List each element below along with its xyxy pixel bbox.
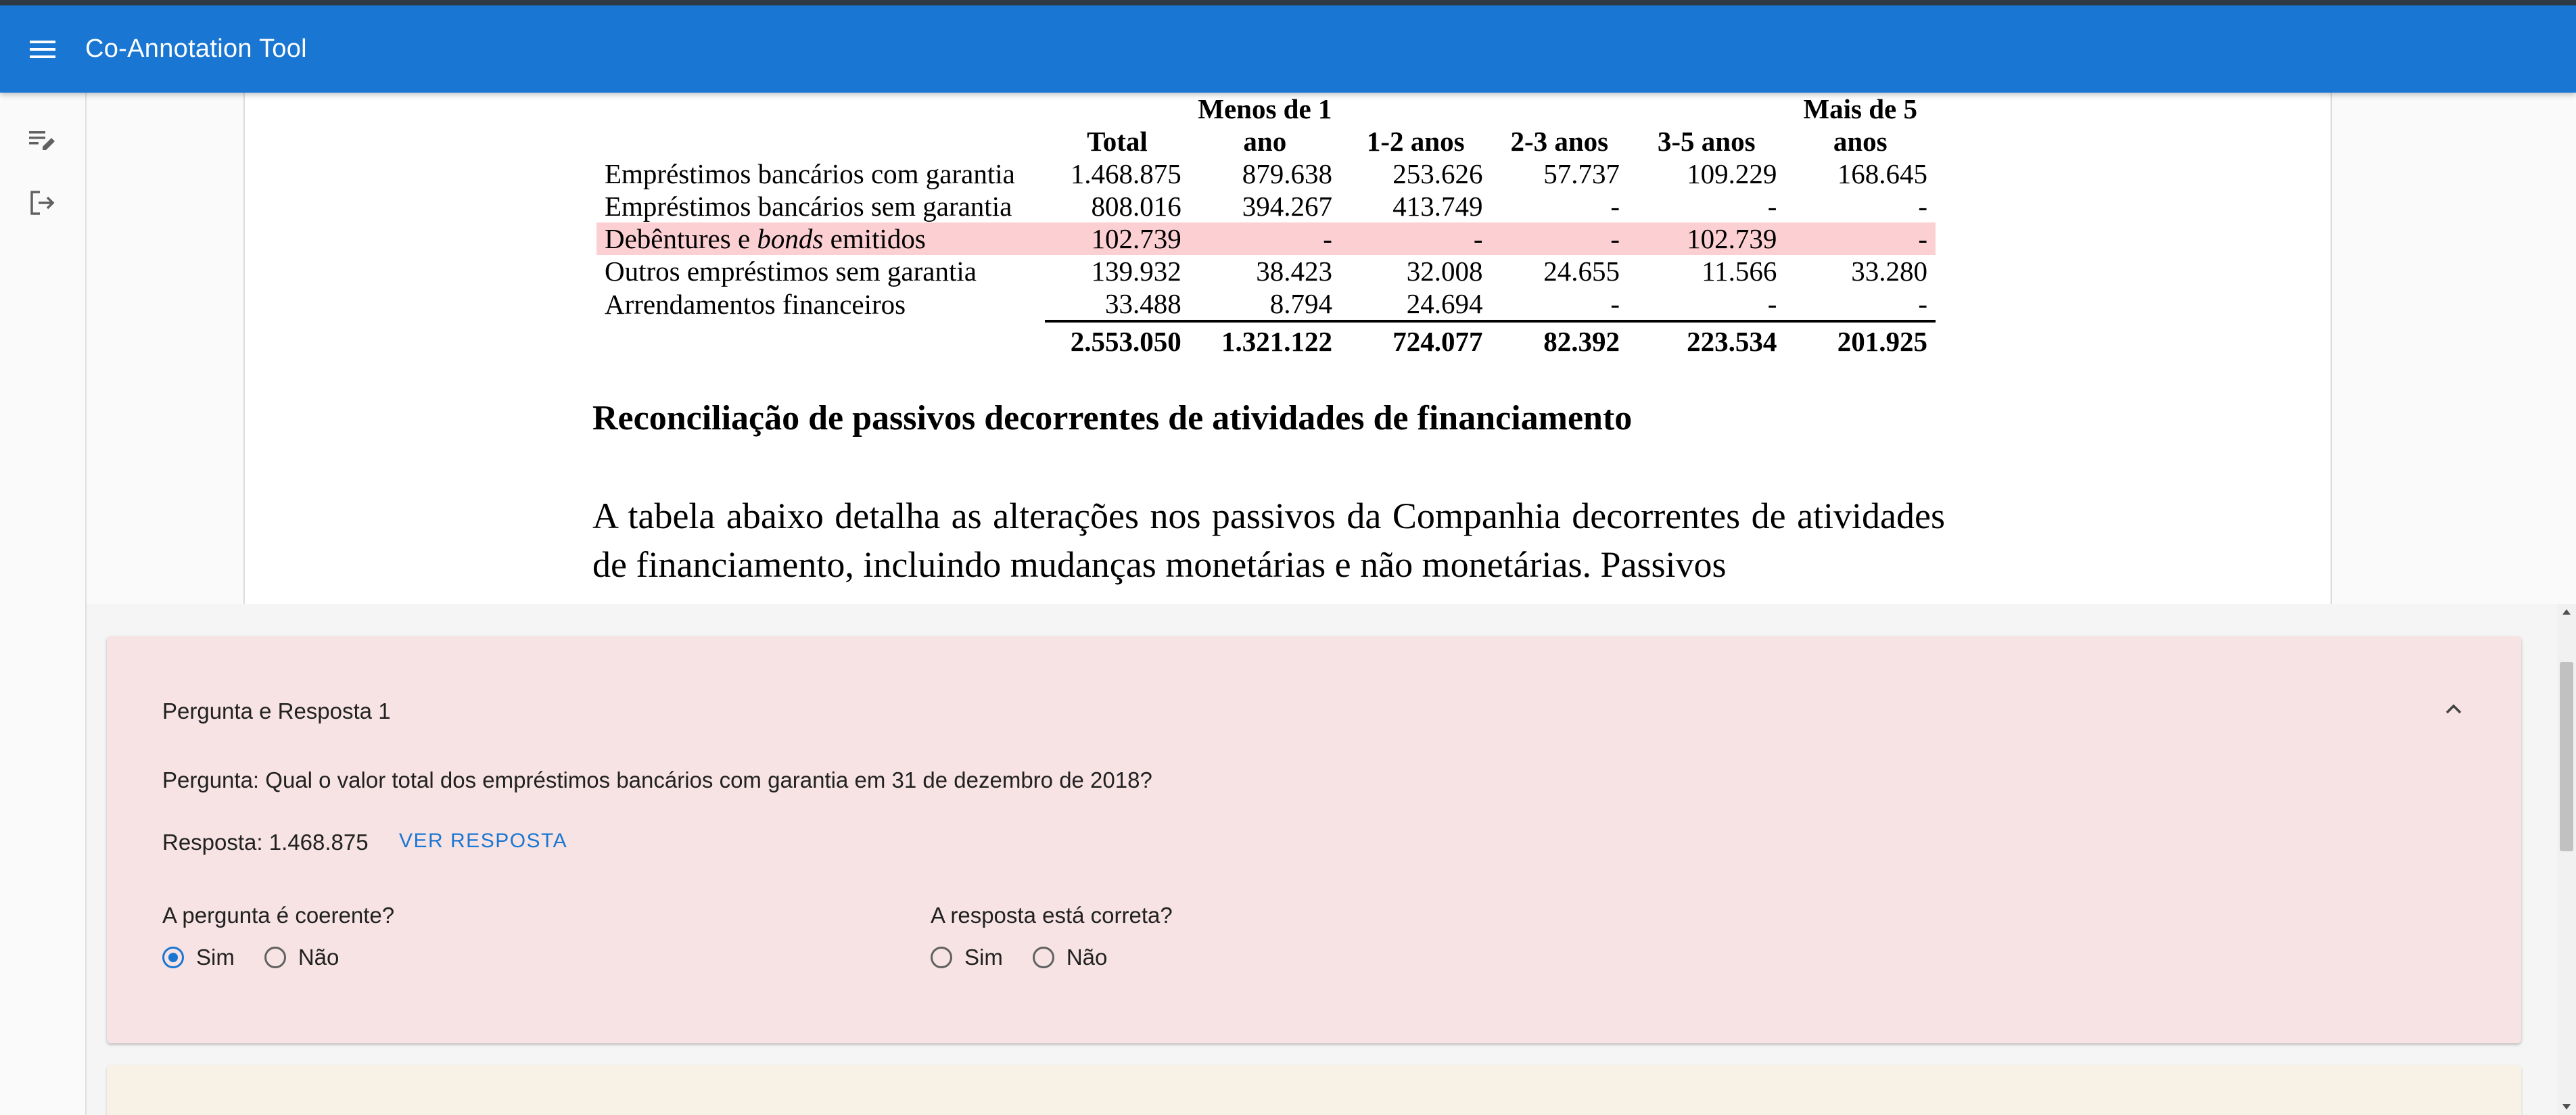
table-cell: -	[1767, 288, 1777, 319]
table-cell: -	[1491, 222, 1629, 255]
total-cell: 82.392	[1491, 320, 1629, 358]
table-header-cell: 2-3 anos	[1510, 126, 1609, 157]
total-cell: 201.925	[1785, 320, 1936, 358]
qa-card-title: Pergunta e Resposta 1	[162, 698, 391, 723]
document-page: Total Menos de 1 ano 1-2 anos 2-3 anos 3…	[243, 93, 2332, 604]
sidebar	[0, 93, 87, 1115]
table-cell: 102.739	[1628, 222, 1785, 255]
edit-list-button[interactable]	[24, 122, 61, 159]
table-cell: 413.749	[1392, 191, 1483, 222]
table-row: Empréstimos bancários com garantia 1.468…	[596, 158, 1936, 190]
totals-row: 2.553.050 1.321.122 724.077 82.392 223.5…	[596, 320, 1936, 358]
app-bar: Co-Annotation Tool	[0, 5, 2576, 93]
table-cell: 394.267	[1242, 191, 1332, 222]
correctness-radio-sim[interactable]	[931, 947, 952, 968]
total-cell: 1.321.122	[1189, 320, 1340, 358]
table-row: Empréstimos bancários sem garantia 808.0…	[596, 190, 1936, 222]
row-label: Empréstimos bancários com garantia	[605, 158, 1015, 189]
table-row: Arrendamentos financeiros 33.488 8.794 2…	[596, 287, 1936, 321]
table-cell: 24.655	[1543, 256, 1620, 287]
table-cell: -	[1918, 288, 1927, 319]
qa-scrollbar[interactable]	[2557, 604, 2576, 1115]
menu-button[interactable]	[0, 5, 85, 93]
app-title: Co-Annotation Tool	[85, 34, 307, 63]
radio-label: Não	[298, 945, 339, 970]
table-cell: 139.932	[1091, 256, 1181, 287]
table-cell: -	[1918, 191, 1927, 222]
scroll-up-arrow-icon[interactable]	[2562, 609, 2571, 615]
row-label: Outros empréstimos sem garantia	[605, 256, 977, 287]
answer-text: Resposta: 1.468.875	[162, 830, 369, 855]
radio-label: Sim	[196, 945, 235, 970]
total-cell: 724.077	[1340, 320, 1491, 358]
row-label-emphasis: bonds	[757, 223, 824, 254]
table-header-cell: Total	[1087, 126, 1148, 157]
table-cell: 8.794	[1269, 288, 1332, 319]
table-cell: 32.008	[1406, 256, 1483, 287]
table-cell: 11.566	[1702, 256, 1777, 287]
qa-card: Pergunta e Resposta 1 Pergunta: Qual o v…	[107, 636, 2521, 1043]
total-cell: 2.553.050	[1045, 320, 1190, 358]
table-cell: -	[1189, 222, 1340, 255]
view-answer-button[interactable]: VER RESPOSTA	[399, 830, 567, 853]
table-header-cell: 1-2 anos	[1366, 126, 1465, 157]
table-row: Outros empréstimos sem garantia 139.932 …	[596, 255, 1936, 287]
document-paragraph: A tabela abaixo detalha as alterações no…	[592, 496, 1945, 585]
table-cell: 33.488	[1104, 288, 1181, 319]
table-cell: 253.626	[1392, 158, 1483, 189]
table-cell: 38.423	[1256, 256, 1332, 287]
table-cell: 102.739	[1045, 222, 1190, 255]
table-cell: 168.645	[1837, 158, 1927, 189]
collapse-button[interactable]	[2440, 696, 2467, 723]
table-header-row: Total Menos de 1 ano 1-2 anos 2-3 anos 3…	[596, 93, 1936, 158]
table-cell: 879.638	[1242, 158, 1332, 189]
coherence-radio-nao[interactable]	[264, 947, 286, 968]
row-label: Empréstimos bancários sem garantia	[605, 191, 1012, 222]
table-cell: 33.280	[1851, 256, 1927, 287]
scroll-down-arrow-icon[interactable]	[2562, 1104, 2571, 1110]
table-cell: -	[1610, 288, 1620, 319]
table-header-cell: 3-5 anos	[1657, 126, 1756, 157]
logout-button[interactable]	[24, 185, 61, 221]
question-text: Pergunta: Qual o valor total dos emprést…	[162, 767, 1152, 792]
row-label-pre: Debêntures e	[605, 223, 757, 254]
qa-panel: Pergunta e Resposta 1 Pergunta: Qual o v…	[87, 604, 2557, 1115]
coherence-radio-sim[interactable]	[162, 947, 184, 968]
menu-icon	[30, 40, 55, 58]
table-header-cell	[596, 93, 1045, 158]
edit-list-icon	[29, 131, 55, 150]
document-viewer[interactable]: Total Menos de 1 ano 1-2 anos 2-3 anos 3…	[87, 93, 2576, 604]
table-header-cell: Mais de 5 anos	[1803, 93, 1917, 157]
section-heading: Reconciliação de passivos decorrentes de…	[592, 399, 1633, 437]
next-qa-card[interactable]	[107, 1065, 2521, 1115]
table-cell: 808.016	[1091, 191, 1181, 222]
correctness-radio-nao[interactable]	[1032, 947, 1054, 968]
scrollbar-thumb[interactable]	[2560, 662, 2573, 851]
table-cell: -	[1340, 222, 1491, 255]
table-cell: -	[1767, 191, 1777, 222]
table-cell: 1.468.875	[1070, 158, 1181, 189]
correctness-question-label: A resposta está correta?	[931, 903, 1173, 928]
row-label: Arrendamentos financeiros	[605, 289, 906, 320]
correctness-radio-group: Sim Não	[931, 945, 1137, 970]
radio-label: Sim	[964, 945, 1003, 970]
table-cell: 109.229	[1687, 158, 1777, 189]
table-cell: -	[1785, 222, 1936, 255]
window-top-border	[0, 0, 2576, 5]
table-cell: 24.694	[1406, 288, 1483, 319]
radio-label: Não	[1066, 945, 1108, 970]
totals-label-blank	[596, 321, 1045, 358]
coherence-question-label: A pergunta é coerente?	[162, 903, 395, 928]
row-label: Debêntures e bonds emitidos	[596, 222, 1046, 255]
financing-maturity-table: Total Menos de 1 ano 1-2 anos 2-3 anos 3…	[596, 93, 1936, 358]
table-header-cell: Menos de 1 ano	[1198, 93, 1332, 157]
total-cell: 223.534	[1628, 320, 1785, 358]
coherence-radio-group: Sim Não	[162, 945, 369, 970]
logout-icon	[30, 191, 55, 215]
highlighted-table-row: Debêntures e bonds emitidos 102.739 - - …	[596, 222, 1936, 255]
table-cell: -	[1610, 191, 1620, 222]
row-label-post: emitidos	[823, 223, 926, 254]
chevron-up-icon	[2445, 704, 2462, 714]
table-cell: 57.737	[1543, 158, 1620, 189]
